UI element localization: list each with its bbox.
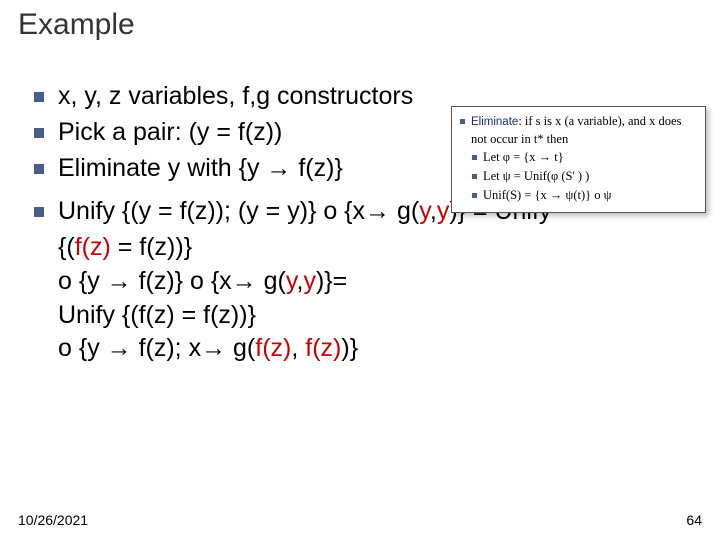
cont-line: {(f(z) = f(z))} <box>34 231 702 265</box>
t: o {y → f(z)} o {x→ g( <box>58 267 286 295</box>
inset-text: Eliminate: if s is x (a variable), and x… <box>471 113 697 147</box>
t: , <box>291 334 305 362</box>
t: Unify {(y = f(z)); (y = y)} o {x→ g( <box>58 197 419 225</box>
inset-text: Unif(S) = {x → ψ(t)} o ψ <box>483 187 611 204</box>
inset-bullet-icon <box>472 193 477 198</box>
bullet-icon <box>34 207 44 217</box>
t-red: f(z) <box>255 334 291 362</box>
t-red: y <box>437 197 450 225</box>
t: )}= <box>316 267 347 295</box>
bullet-icon <box>34 128 44 138</box>
t-blue: Eliminate <box>471 116 518 128</box>
t: )} <box>341 334 358 362</box>
inset-text: Let φ = {x → t} <box>483 149 564 166</box>
bullet-text: Eliminate y with {y → f(z)} <box>58 152 343 186</box>
t: Let <box>483 169 503 183</box>
t: φ = {x → t} <box>503 150 564 164</box>
cont-line: Unify {(f(z) = f(z))} <box>34 299 702 333</box>
bullet-icon <box>34 92 44 102</box>
t-red: f(z) <box>305 334 341 362</box>
t: {( <box>58 233 75 261</box>
cont-line: o {y → f(z)} o {x→ g(y,y)}= <box>34 265 702 299</box>
inset-box: Eliminate: if s is x (a variable), and x… <box>451 106 706 213</box>
inset-row: Let φ = {x → t} <box>472 149 697 166</box>
cont-line: o {y → f(z); x→ g(f(z), f(z))} <box>34 332 702 366</box>
inset-row: Eliminate: if s is x (a variable), and x… <box>460 113 697 147</box>
t: o {y → f(z); x→ g( <box>58 334 255 362</box>
inset-text: Let ψ = Unif(φ (S' ) ) <box>483 168 589 185</box>
footer: 10/26/2021 64 <box>18 512 702 528</box>
t: ψ = Unif(φ (S' ) ) <box>503 169 589 183</box>
t-red: y <box>303 267 316 295</box>
bullet-text: Pick a pair: (y = f(z)) <box>58 116 282 150</box>
t-red: f(z) <box>75 233 111 261</box>
inset-bullet-icon <box>472 174 477 179</box>
t: Unif(S) = {x → ψ(t)} o ψ <box>483 188 611 202</box>
bullet-text: x, y, z variables, f,g constructors <box>58 80 413 114</box>
slide-title: Example <box>18 8 702 42</box>
inset-row: Unif(S) = {x → ψ(t)} o ψ <box>472 187 697 204</box>
t: , <box>430 197 437 225</box>
t-red: y <box>286 267 297 295</box>
footer-page: 64 <box>686 512 702 528</box>
inset-row: Let ψ = Unif(φ (S' ) ) <box>472 168 697 185</box>
footer-date: 10/26/2021 <box>18 512 88 528</box>
t-red: y <box>419 197 430 225</box>
t: Let <box>483 150 503 164</box>
t: = f(z))} <box>111 233 192 261</box>
bullet-icon <box>34 164 44 174</box>
inset-bullet-icon <box>472 155 477 160</box>
inset-bullet-icon <box>460 119 465 124</box>
t: Unify {(f(z) = f(z))} <box>58 301 256 329</box>
slide: Example x, y, z variables, f,g construct… <box>0 0 720 540</box>
